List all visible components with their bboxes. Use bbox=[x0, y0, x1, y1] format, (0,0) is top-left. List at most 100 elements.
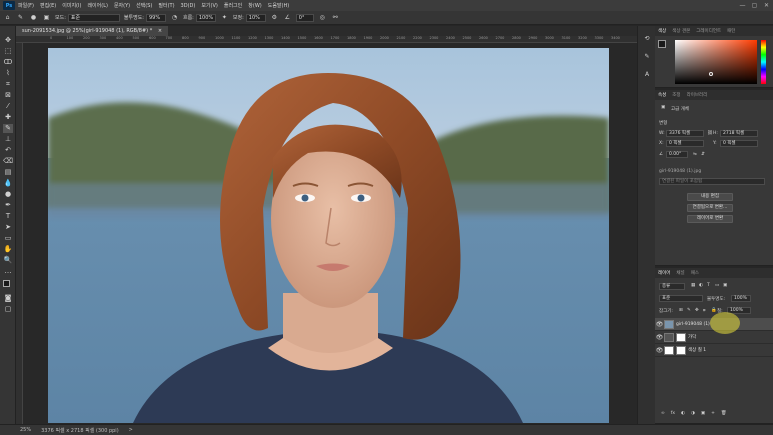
layer-mask-thumbnail[interactable] bbox=[676, 332, 686, 342]
move-tool-icon[interactable]: ✥ bbox=[3, 36, 13, 45]
filter-type-icon[interactable]: T bbox=[707, 283, 710, 288]
brush-preset-icon[interactable]: ● bbox=[29, 13, 38, 22]
status-menu-arrow[interactable]: > bbox=[129, 427, 133, 433]
tab-libraries[interactable]: 라이브러리 bbox=[687, 92, 708, 98]
hue-slider[interactable] bbox=[761, 40, 766, 84]
document-tab[interactable]: sun-2091534.jpg @ 25%(girl-919048 (1), R… bbox=[16, 26, 169, 36]
color-picker-field[interactable] bbox=[675, 40, 757, 84]
filter-shape-icon[interactable]: ▭ bbox=[715, 283, 719, 288]
group-icon[interactable]: ▣ bbox=[701, 411, 705, 416]
shape-tool-icon[interactable]: ▭ bbox=[3, 234, 13, 243]
eyedropper-tool-icon[interactable]: ⁄ bbox=[3, 102, 13, 111]
frame-tool-icon[interactable]: ⊠ bbox=[3, 91, 13, 100]
flow-field[interactable]: 100% bbox=[195, 13, 216, 22]
convert-to-linked-button[interactable]: 연결됨으로 변환... bbox=[687, 204, 733, 212]
tab-properties[interactable]: 속성 bbox=[658, 92, 666, 98]
smoothing-field[interactable]: 10% bbox=[245, 13, 266, 22]
menu-type[interactable]: 문자(Y) bbox=[114, 2, 130, 9]
tab-adjustments[interactable]: 조정 bbox=[672, 92, 680, 98]
close-window-button[interactable]: ✕ bbox=[762, 1, 771, 10]
menu-image[interactable]: 이미지(I) bbox=[62, 2, 81, 9]
brush-settings-icon[interactable]: ▣ bbox=[42, 13, 51, 22]
lock-artboard-icon[interactable]: ⌗ bbox=[703, 308, 706, 314]
menu-edit[interactable]: 편집(E) bbox=[40, 2, 56, 9]
visibility-eye-icon[interactable]: 👁 bbox=[655, 321, 664, 328]
menu-3d[interactable]: 3D(D) bbox=[181, 3, 196, 9]
y-field[interactable]: 0 픽셀 bbox=[720, 140, 758, 147]
smoothing-settings-icon[interactable]: ⚙ bbox=[270, 13, 279, 22]
layer-name[interactable]: girl-919048 (1) bbox=[676, 322, 710, 327]
filter-adjustment-icon[interactable]: ◐ bbox=[699, 283, 703, 288]
history-brush-tool-icon[interactable]: ↶ bbox=[3, 146, 13, 155]
layer-mask-thumbnail[interactable] bbox=[676, 345, 686, 355]
quick-mask-icon[interactable]: ◙ bbox=[3, 294, 13, 303]
edit-contents-button[interactable]: 내용 편집 bbox=[687, 193, 733, 201]
lasso-tool-icon[interactable]: ↀ bbox=[3, 58, 13, 67]
home-icon[interactable]: ⌂ bbox=[3, 13, 12, 22]
menu-file[interactable]: 파일(F) bbox=[18, 2, 34, 9]
menu-select[interactable]: 선택(S) bbox=[136, 2, 152, 9]
hand-tool-icon[interactable]: ✋ bbox=[3, 245, 13, 254]
width-field[interactable]: 3376 픽셀 bbox=[666, 130, 704, 137]
clone-stamp-tool-icon[interactable]: ⊥ bbox=[3, 135, 13, 144]
minimize-button[interactable]: — bbox=[738, 1, 747, 10]
tab-channels[interactable]: 채널 bbox=[676, 270, 684, 276]
layer-name[interactable]: 색상 칠 1 bbox=[688, 347, 706, 353]
x-field[interactable]: 0 픽셀 bbox=[666, 140, 704, 147]
pressure-size-icon[interactable]: ◎ bbox=[318, 13, 327, 22]
maximize-button[interactable]: ▢ bbox=[750, 1, 759, 10]
color-picker-cursor[interactable] bbox=[709, 72, 713, 76]
tab-swatches[interactable]: 색상 견본 bbox=[672, 28, 690, 34]
new-layer-icon[interactable]: + bbox=[711, 411, 715, 416]
menu-help[interactable]: 도움말(H) bbox=[268, 2, 289, 9]
menu-view[interactable]: 보기(V) bbox=[201, 2, 218, 9]
lock-transparent-icon[interactable]: ⊞ bbox=[679, 308, 683, 313]
lock-all-icon[interactable]: 🔒 bbox=[711, 308, 717, 313]
gradient-tool-icon[interactable]: ▤ bbox=[3, 168, 13, 177]
menu-window[interactable]: 창(W) bbox=[248, 2, 261, 9]
visibility-eye-icon[interactable]: 👁 bbox=[655, 334, 664, 341]
zoom-tool-icon[interactable]: 🔍 bbox=[3, 256, 13, 265]
layer-name[interactable]: 가닥 bbox=[688, 334, 696, 340]
angle-field[interactable]: 0° bbox=[295, 13, 314, 22]
tab-patterns[interactable]: 패턴 bbox=[727, 28, 735, 34]
crop-tool-icon[interactable]: ⌗ bbox=[3, 80, 13, 89]
healing-brush-tool-icon[interactable]: ✚ bbox=[3, 113, 13, 122]
symmetry-icon[interactable]: ⚯ bbox=[331, 13, 340, 22]
filter-pixel-icon[interactable]: ▦ bbox=[691, 283, 695, 288]
layer-row-smart-object[interactable]: 👁 girl-919048 (1) bbox=[655, 312, 773, 334]
flip-horizontal-icon[interactable]: ⇋ bbox=[693, 152, 697, 157]
opacity-field[interactable]: 99% bbox=[145, 13, 166, 22]
pressure-opacity-icon[interactable]: ◔ bbox=[170, 13, 179, 22]
menu-plugins[interactable]: 플러그인 bbox=[224, 2, 242, 9]
brush-tool-icon[interactable]: ✎ bbox=[16, 13, 25, 22]
angle-field[interactable]: 0.00° bbox=[666, 151, 688, 158]
brush-tool-icon[interactable]: ✎ bbox=[3, 124, 13, 133]
airbrush-icon[interactable]: ✦ bbox=[220, 13, 229, 22]
document-image[interactable] bbox=[48, 48, 609, 423]
flip-vertical-icon[interactable]: ⇵ bbox=[701, 152, 705, 157]
tab-color[interactable]: 색상 bbox=[658, 28, 666, 34]
blur-tool-icon[interactable]: 💧 bbox=[3, 179, 13, 188]
lock-position-icon[interactable]: ✥ bbox=[695, 308, 699, 313]
zoom-level[interactable]: 25% bbox=[20, 427, 31, 433]
menu-filter[interactable]: 필터(T) bbox=[158, 2, 174, 9]
quick-select-tool-icon[interactable]: ⌇ bbox=[3, 69, 13, 78]
dodge-tool-icon[interactable]: ● bbox=[3, 190, 13, 199]
type-tool-icon[interactable]: T bbox=[3, 212, 13, 221]
more-tools-icon[interactable]: … bbox=[3, 267, 13, 276]
height-field[interactable]: 2718 픽셀 bbox=[720, 130, 758, 137]
marquee-tool-icon[interactable]: ⬚ bbox=[3, 47, 13, 56]
menu-layer[interactable]: 레이어(L) bbox=[87, 2, 108, 9]
convert-to-layers-button[interactable]: 레이어로 변환 bbox=[687, 215, 733, 223]
history-panel-icon[interactable]: ⟲ bbox=[642, 34, 652, 43]
path-select-tool-icon[interactable]: ➤ bbox=[3, 223, 13, 232]
filter-smart-icon[interactable]: ▣ bbox=[723, 283, 727, 288]
pen-tool-icon[interactable]: ✒ bbox=[3, 201, 13, 210]
lock-image-icon[interactable]: ✎ bbox=[687, 308, 691, 313]
layer-opacity-field[interactable]: 100% bbox=[731, 295, 751, 302]
layer-row-mask[interactable]: 👁 가닥 bbox=[655, 331, 773, 344]
tab-paths[interactable]: 패스 bbox=[691, 270, 699, 276]
link-dimensions-icon[interactable]: ⛓ bbox=[707, 131, 713, 136]
blend-mode-select[interactable]: 표준 bbox=[659, 295, 703, 302]
